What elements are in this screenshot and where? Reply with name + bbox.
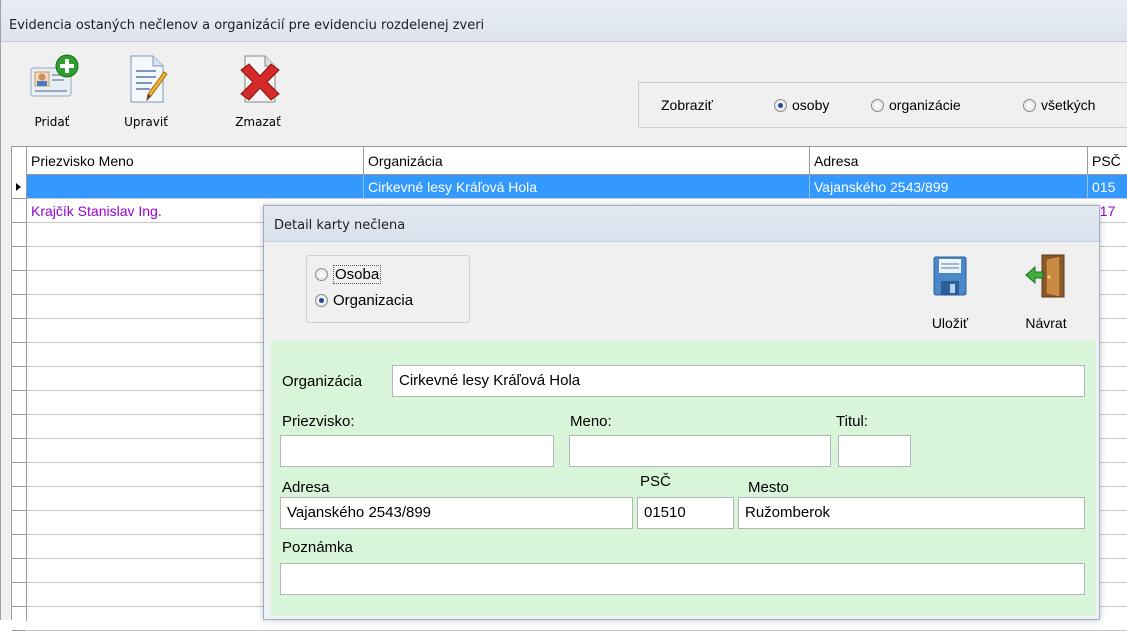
add-person-icon — [30, 54, 79, 97]
delete-document-icon — [240, 55, 280, 103]
type-option-organization: Organizacia — [333, 292, 414, 309]
address-input[interactable]: Vajanského 2543/899 — [280, 497, 633, 529]
organization-label: Organizácia — [282, 373, 363, 390]
detail-form: Organizácia Cirkevné lesy Kráľová Hola P… — [271, 341, 1096, 616]
radio-unchecked-icon — [315, 268, 328, 281]
add-button-label: Pridať — [34, 115, 70, 129]
column-header-psc[interactable]: PSČ — [1088, 147, 1127, 175]
title-label: Titul: — [836, 413, 868, 430]
delete-button[interactable]: Zmazať — [223, 52, 293, 129]
psc-input[interactable]: 01510 — [637, 497, 734, 529]
row-indicator — [12, 559, 26, 583]
row-indicator — [12, 463, 26, 487]
address-label: Adresa — [282, 479, 330, 496]
radio-unchecked-icon — [871, 99, 884, 112]
row-indicator — [12, 247, 26, 271]
table-row[interactable]: Cirkevné lesy Kráľová Hola Vajanského 25… — [27, 175, 1127, 199]
row-indicator — [12, 271, 26, 295]
row-indicator-column — [12, 147, 27, 631]
column-header-address[interactable]: Adresa — [810, 147, 1088, 175]
organization-input[interactable]: Cirkevné lesy Kráľová Hola — [392, 365, 1085, 397]
member-detail-dialog: Detail karty nečlena Osoba Organizacia U… — [263, 205, 1100, 620]
back-button-label: Návrat — [1025, 315, 1067, 331]
delete-button-label: Zmazať — [235, 115, 281, 129]
column-header-organization[interactable]: Organizácia — [364, 147, 810, 175]
dialog-top-panel: Osoba Organizacia Uložiť Návrat — [264, 243, 1099, 341]
row-indicator — [12, 199, 26, 223]
row-indicator — [12, 223, 26, 247]
radio-checked-icon — [315, 294, 328, 307]
type-option-person: Osoba — [333, 265, 382, 284]
filter-option-all: všetkých — [1041, 97, 1096, 113]
row-indicator — [12, 607, 26, 631]
psc-label: PSČ — [640, 473, 671, 490]
add-button[interactable]: Pridať — [17, 52, 87, 129]
record-type-group: Osoba Organizacia — [306, 255, 470, 323]
grid-header: Priezvisko Meno Organizácia Adresa PSČ — [12, 147, 1127, 175]
row-indicator — [12, 367, 26, 391]
filter-option-organizations: organizácie — [889, 97, 961, 113]
note-label: Poznámka — [282, 539, 353, 556]
filter-radio-all[interactable]: všetkých — [1023, 97, 1095, 113]
edit-button[interactable]: Upraviť — [111, 52, 181, 129]
filter-label: Zobraziť — [661, 97, 713, 113]
window-titlebar: Evidencia ostaných nečlenov a organizáci… — [1, 0, 1127, 42]
radio-checked-icon — [774, 99, 787, 112]
row-indicator — [12, 343, 26, 367]
city-input[interactable]: Ružomberok — [738, 497, 1085, 529]
row-indicator — [12, 175, 26, 199]
exit-door-icon — [1025, 254, 1065, 298]
first-name-label: Meno: — [570, 413, 612, 430]
dialog-title: Detail karty nečlena — [274, 218, 406, 233]
save-button-label: Uložiť — [931, 315, 969, 331]
current-row-arrow-icon — [16, 183, 21, 191]
filter-radio-organizations[interactable]: organizácie — [871, 97, 961, 113]
surname-label: Priezvisko: — [282, 413, 355, 430]
row-indicator — [12, 439, 26, 463]
row-indicator — [12, 535, 26, 559]
type-radio-organization[interactable]: Organizacia — [315, 292, 413, 309]
back-button[interactable]: Návrat — [1018, 253, 1074, 331]
first-name-input[interactable] — [569, 435, 831, 467]
save-button[interactable]: Uložiť — [922, 253, 978, 331]
window-title: Evidencia ostaných nečlenov a organizáci… — [9, 18, 485, 33]
dialog-titlebar: Detail karty nečlena — [264, 206, 1099, 242]
row-indicator — [12, 487, 26, 511]
row-indicator — [12, 415, 26, 439]
main-toolbar: Pridať Upraviť Zmazať Zobraziť osoby org… — [1, 42, 1127, 138]
row-indicator — [12, 391, 26, 415]
title-input[interactable] — [838, 435, 911, 467]
edit-button-label: Upraviť — [124, 115, 168, 129]
row-indicator — [12, 511, 26, 535]
cell-organization: Cirkevné lesy Kráľová Hola — [364, 175, 810, 199]
type-radio-person[interactable]: Osoba — [315, 265, 382, 284]
filter-radio-persons[interactable]: osoby — [774, 97, 829, 113]
row-indicator — [12, 319, 26, 343]
surname-input[interactable] — [280, 435, 554, 467]
row-indicator — [12, 583, 26, 607]
row-indicator — [12, 295, 26, 319]
column-header-name[interactable]: Priezvisko Meno — [27, 147, 364, 175]
filter-option-persons: osoby — [792, 97, 830, 113]
floppy-disk-icon — [933, 256, 967, 296]
edit-document-icon — [130, 55, 168, 103]
main-window: Evidencia ostaných nečlenov a organizáci… — [0, 0, 1127, 631]
radio-unchecked-icon — [1023, 99, 1036, 112]
cell-name — [27, 175, 364, 199]
note-input[interactable] — [280, 563, 1085, 595]
city-label: Mesto — [748, 479, 789, 496]
cell-address: Vajanského 2543/899 — [810, 175, 1088, 199]
filter-group: Zobraziť osoby organizácie všetkých — [638, 82, 1127, 128]
cell-psc: 015 — [1092, 179, 1116, 195]
